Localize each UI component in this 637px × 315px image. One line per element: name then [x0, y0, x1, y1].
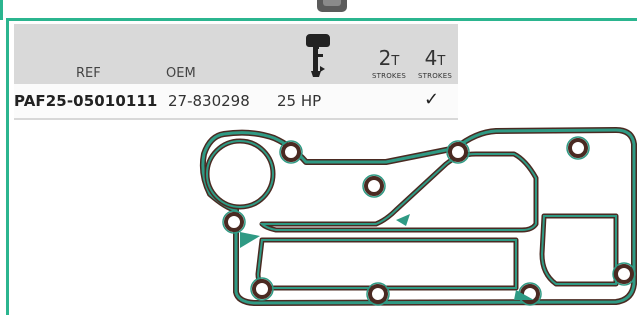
table-header: REF OEM 2T STROKES 4T STROKES: [14, 24, 458, 84]
two-stroke-number: 2: [378, 46, 392, 70]
header-oem: OEM: [166, 66, 196, 81]
row-ref: PAF25-05010111: [14, 92, 158, 110]
top-tab-highlight: [323, 0, 341, 6]
two-stroke-label: STROKES: [372, 72, 406, 80]
four-stroke-header: 4T STROKES: [412, 48, 458, 80]
four-stroke-check-icon: ✓: [424, 89, 440, 110]
four-stroke-number: 4: [424, 46, 438, 70]
two-stroke-unit: T: [391, 54, 400, 69]
spec-table: REF OEM 2T STROKES 4T STROKES PAF25-0501…: [14, 24, 458, 120]
table-row: PAF25-05010111 27-830298 25 HP ✓: [14, 84, 458, 120]
four-stroke-unit: T: [437, 54, 446, 69]
product-card: REF OEM 2T STROKES 4T STROKES PAF25-0501…: [0, 0, 637, 315]
gasket-image: [199, 127, 637, 306]
header-ref: REF: [76, 66, 101, 81]
outboard-motor-icon: [306, 34, 330, 77]
two-stroke-header: 2T STROKES: [366, 48, 412, 80]
row-hp: 25 HP: [277, 92, 322, 110]
row-oem: 27-830298: [168, 92, 250, 110]
four-stroke-label: STROKES: [418, 72, 452, 80]
accent-border-top: [0, 0, 6, 20]
